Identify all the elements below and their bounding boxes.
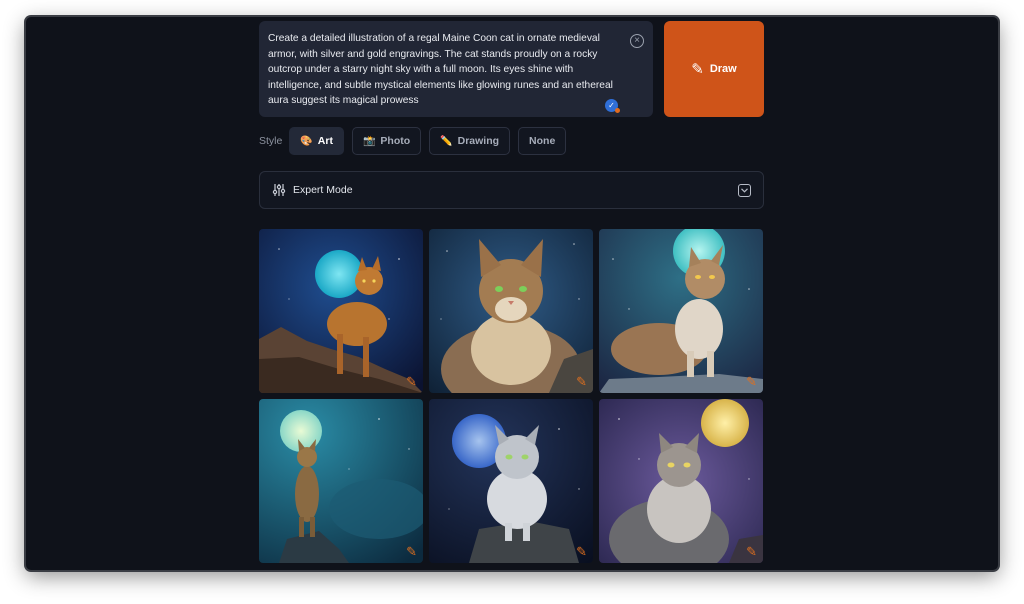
grammar-check-icon[interactable]: ✓ bbox=[605, 99, 620, 113]
generated-image[interactable]: ✎ bbox=[599, 399, 763, 563]
style-option-drawing[interactable]: ✏️ Drawing bbox=[429, 127, 511, 155]
chevron-down-icon[interactable] bbox=[738, 183, 751, 197]
style-option-art[interactable]: 🎨 Art bbox=[289, 127, 344, 155]
edit-icon[interactable]: ✎ bbox=[406, 545, 417, 558]
edit-icon[interactable]: ✎ bbox=[576, 545, 587, 558]
draw-button[interactable]: ✎ Draw bbox=[664, 21, 764, 117]
expert-mode-toggle[interactable]: Expert Mode bbox=[259, 171, 764, 209]
style-option-none[interactable]: None bbox=[518, 127, 567, 155]
image-gallery: ✎ ✎ ✎ ✎ ✎ ✎ bbox=[259, 229, 764, 563]
edit-icon[interactable]: ✎ bbox=[746, 375, 757, 388]
prompt-textarea[interactable]: Create a detailed illustration of a rega… bbox=[259, 21, 653, 117]
edit-icon[interactable]: ✎ bbox=[576, 375, 587, 388]
style-option-label: Photo bbox=[380, 135, 411, 147]
edit-icon[interactable]: ✎ bbox=[406, 375, 417, 388]
app-window: Create a detailed illustration of a rega… bbox=[26, 17, 998, 570]
generated-image[interactable]: ✎ bbox=[429, 229, 593, 393]
generated-image[interactable]: ✎ bbox=[599, 229, 763, 393]
style-label: Style bbox=[259, 135, 283, 147]
style-option-photo[interactable]: 📸 Photo bbox=[351, 127, 422, 155]
camera-icon: 📸 bbox=[362, 135, 376, 147]
sliders-icon bbox=[272, 184, 286, 196]
prompt-text[interactable]: Create a detailed illustration of a rega… bbox=[268, 33, 613, 106]
expert-mode-label: Expert Mode bbox=[293, 184, 353, 196]
generated-image[interactable]: ✎ bbox=[259, 229, 423, 393]
clear-icon[interactable]: × bbox=[630, 34, 644, 48]
style-selector: Style 🎨 Art 📸 Photo ✏️ Drawing None bbox=[259, 127, 574, 155]
style-option-label: None bbox=[529, 135, 556, 147]
pencil-icon: ✎ bbox=[691, 61, 704, 78]
pencil-icon: ✏️ bbox=[440, 135, 453, 147]
draw-button-label: Draw bbox=[709, 63, 737, 75]
palette-icon: 🎨 bbox=[300, 135, 313, 147]
main-content: Create a detailed illustration of a rega… bbox=[259, 17, 764, 570]
style-option-label: Art bbox=[317, 135, 333, 147]
style-option-label: Drawing bbox=[457, 135, 500, 147]
generated-image[interactable]: ✎ bbox=[429, 399, 593, 563]
generated-image[interactable]: ✎ bbox=[259, 399, 423, 563]
edit-icon[interactable]: ✎ bbox=[746, 545, 757, 558]
